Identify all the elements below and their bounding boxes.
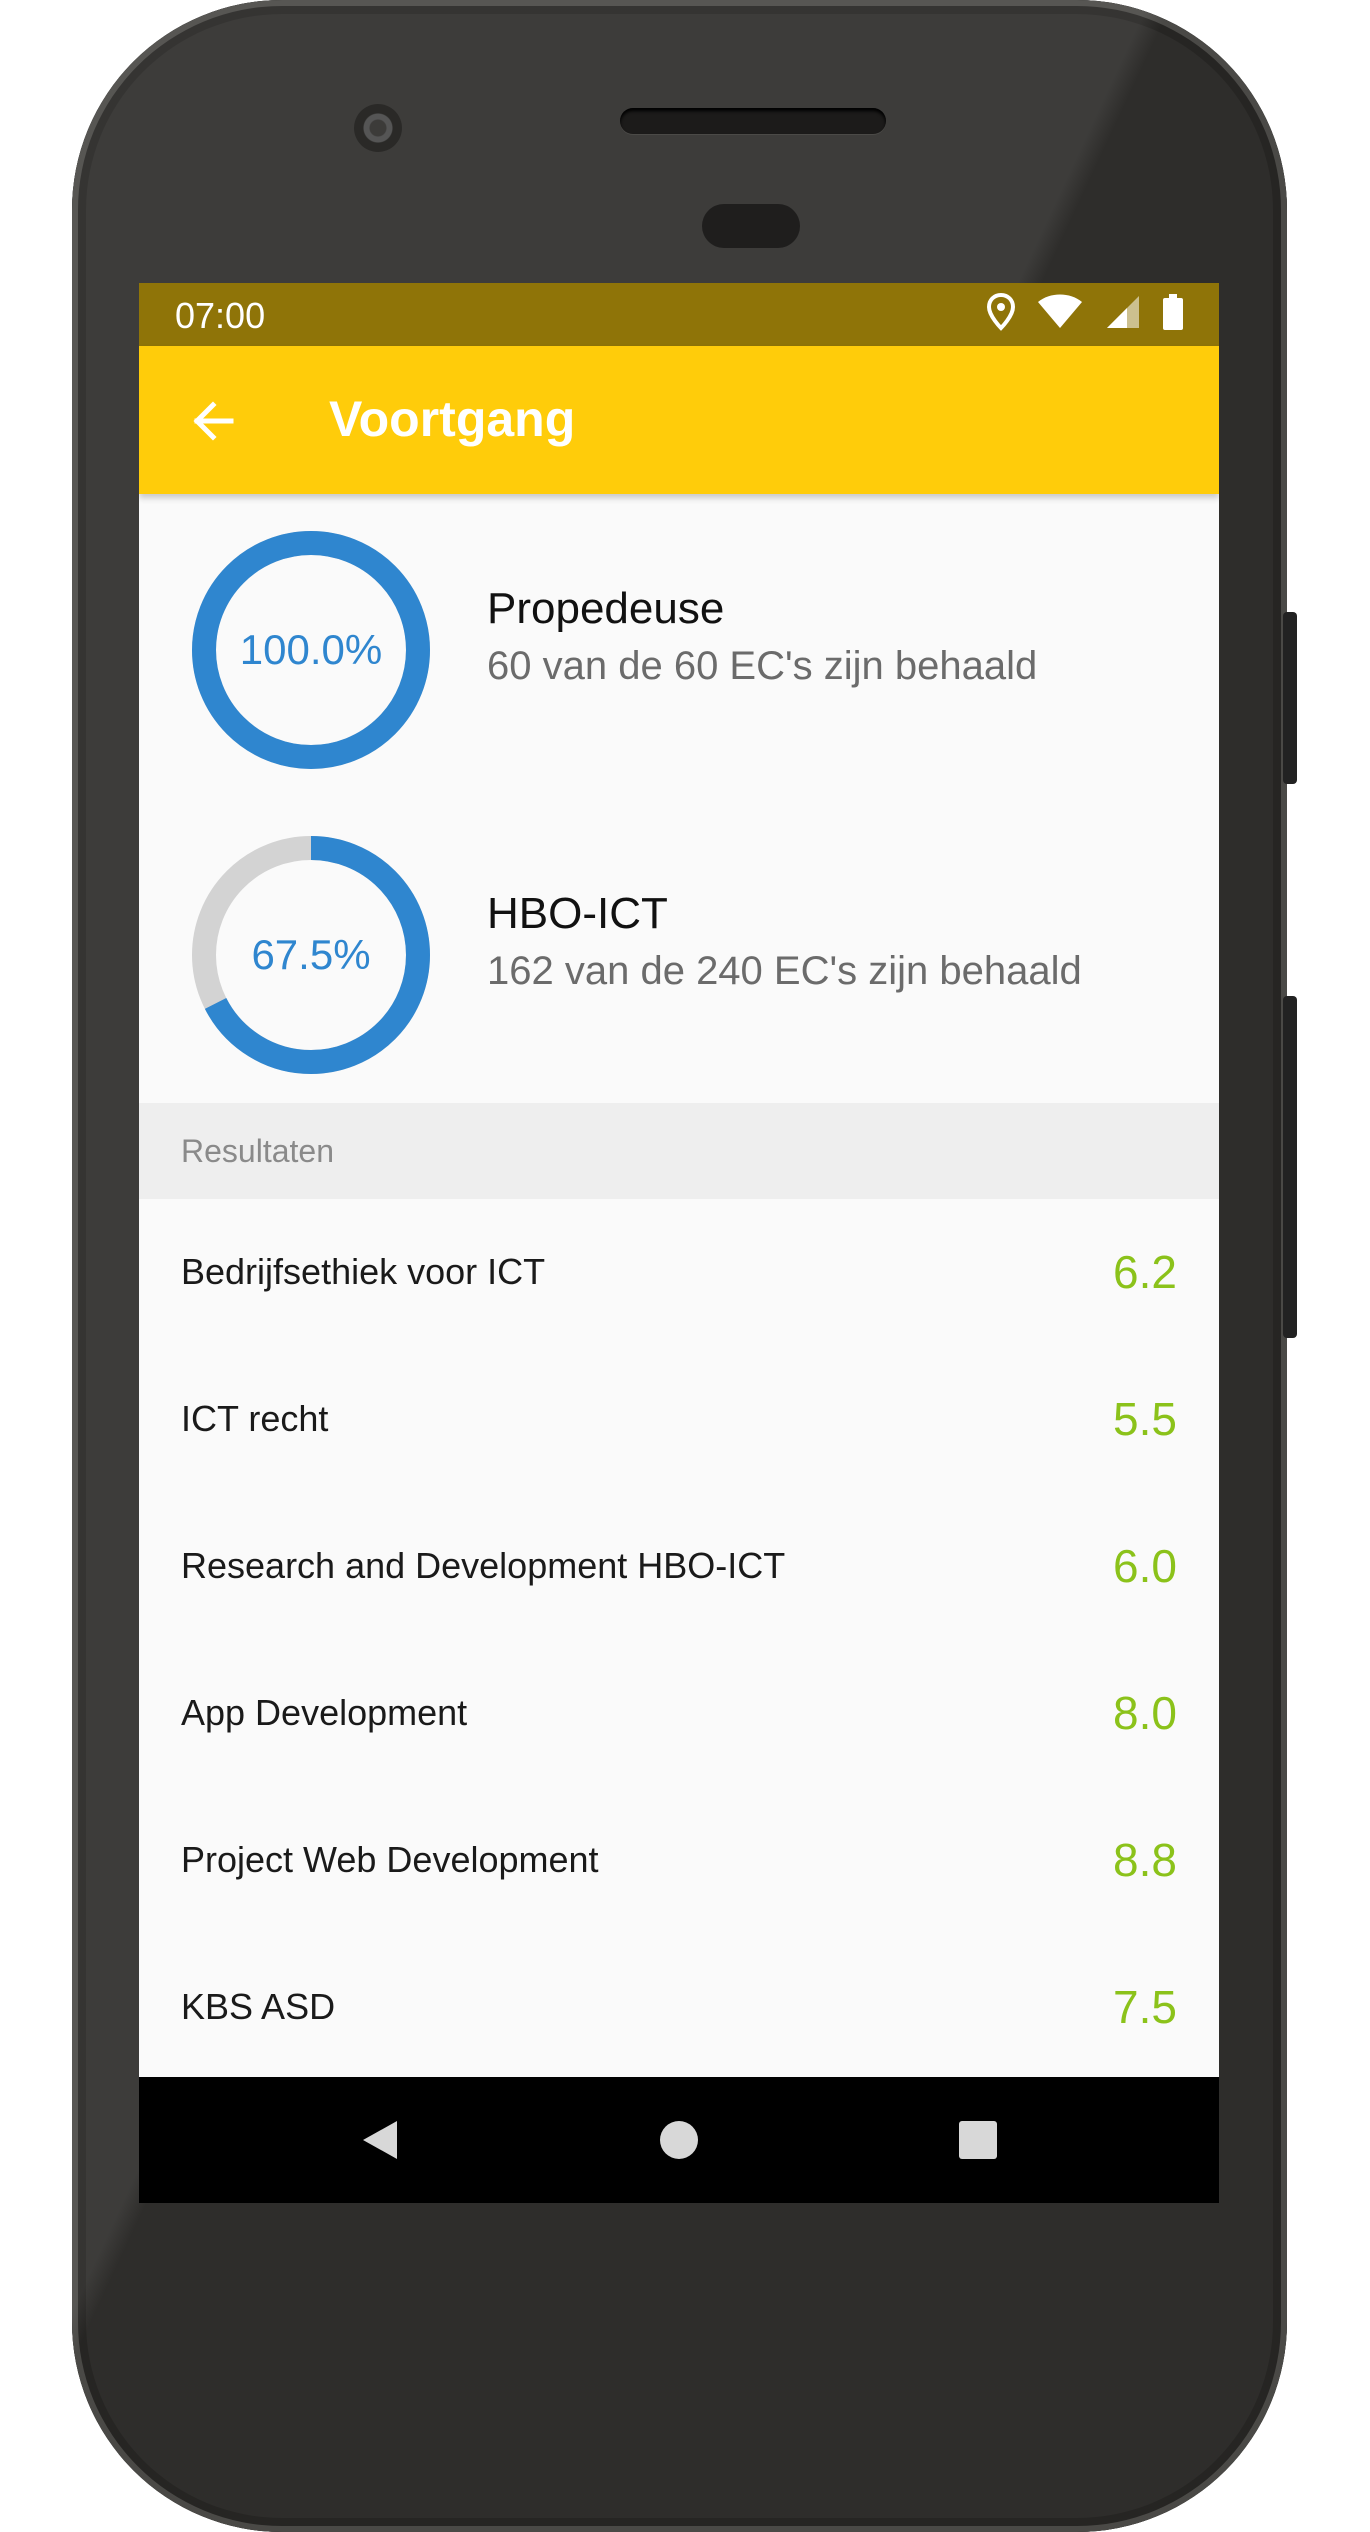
front-camera [354, 104, 402, 152]
progress-percent: 100.0% [239, 626, 383, 673]
course-name: Bedrijfsethiek voor ICT [181, 1251, 546, 1292]
signal-icon [1107, 296, 1139, 328]
page-title: Voortgang [329, 391, 576, 447]
course-grade: 8.8 [1113, 1834, 1177, 1886]
status-icons [987, 293, 1183, 331]
result-row[interactable]: KBS ASD 7.5 [139, 1934, 1219, 2081]
course-grade: 7.5 [1113, 1981, 1177, 2033]
wifi-icon [1038, 294, 1082, 328]
course-name: Research and Development HBO-ICT [181, 1545, 786, 1586]
progress-subtitle: 162 van de 240 EC's zijn behaald [487, 949, 1082, 993]
course-name: App Development [181, 1692, 468, 1733]
progress-percent: 67.5% [251, 931, 371, 978]
proximity-sensor [702, 204, 800, 248]
nav-recents-icon[interactable] [957, 2117, 999, 2163]
result-row[interactable]: ICT recht 5.5 [139, 1346, 1219, 1493]
battery-icon [1163, 294, 1183, 330]
course-grade: 8.0 [1113, 1687, 1177, 1739]
course-grade: 6.0 [1113, 1540, 1177, 1592]
results-header-label: Resultaten [181, 1133, 334, 1169]
app-bar: Voortgang [139, 346, 1219, 494]
progress-card-hbo-ict: 67.5% HBO-ICT 162 van de 240 EC's zijn b… [139, 799, 1219, 1099]
result-row[interactable]: Research and Development HBO-ICT 6.0 [139, 1493, 1219, 1640]
earpiece-speaker [620, 108, 886, 134]
progress-title: HBO-ICT [487, 889, 668, 938]
progress-card-propedeuse: 100.0% Propedeuse 60 van de 60 EC's zijn… [139, 494, 1219, 794]
nav-back-icon[interactable] [357, 2117, 403, 2163]
progress-title: Propedeuse [487, 584, 725, 633]
course-name: ICT recht [181, 1398, 329, 1439]
location-icon [987, 293, 1015, 331]
result-row[interactable]: App Development 8.0 [139, 1640, 1219, 1787]
course-name: KBS ASD [181, 1986, 336, 2027]
system-nav-bar [139, 2077, 1219, 2203]
volume-button [1283, 996, 1297, 1338]
course-grade: 5.5 [1113, 1393, 1177, 1445]
status-bar: 07:00 [139, 283, 1219, 346]
result-row[interactable]: Bedrijfsethiek voor ICT 6.2 [139, 1199, 1219, 1346]
arrow-back-icon[interactable] [187, 394, 241, 448]
progress-subtitle: 60 van de 60 EC's zijn behaald [487, 644, 1038, 688]
power-button [1283, 612, 1297, 784]
result-row[interactable]: Project Web Development 8.8 [139, 1787, 1219, 1934]
course-grade: 6.2 [1113, 1246, 1177, 1298]
app-screen: 07:00 Voortgang 100.0% Propedeuse 60 van… [139, 283, 1219, 2203]
status-time: 07:00 [175, 295, 266, 336]
results-section-header: Resultaten [139, 1103, 1219, 1199]
course-name: Project Web Development [181, 1839, 599, 1880]
nav-home-icon[interactable] [658, 2117, 700, 2163]
